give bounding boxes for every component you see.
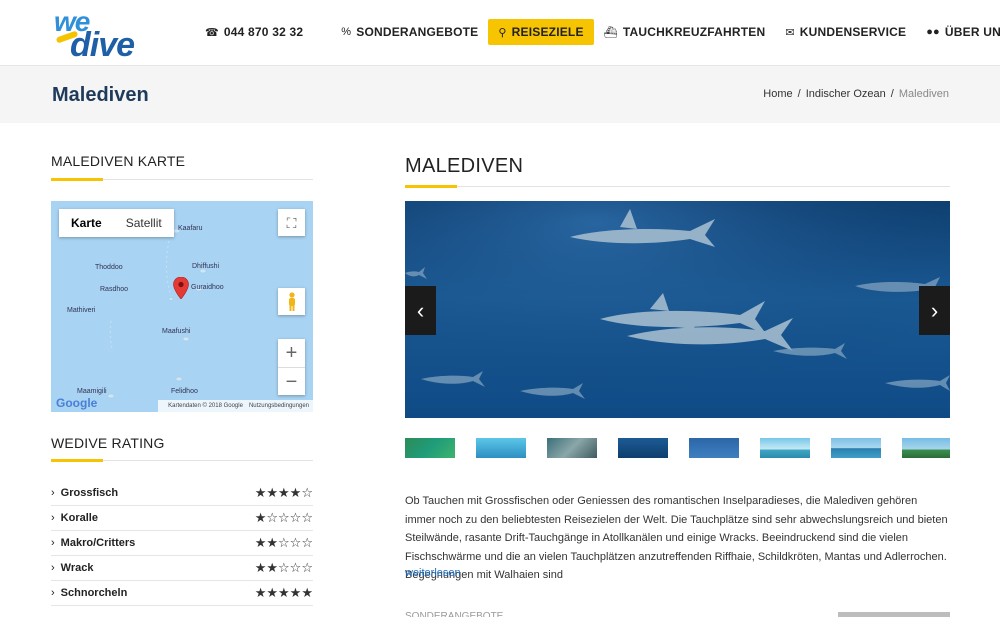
rating-list: Grossfisch ★★★★☆ Koralle ★☆☆☆☆ Makro/Cri… <box>51 481 313 606</box>
street-view-button[interactable] <box>278 288 305 315</box>
thumbnail-strip <box>405 438 950 458</box>
breadcrumb-separator: / <box>890 88 894 100</box>
star-rating: ★★☆☆☆ <box>254 535 313 551</box>
main-nav: ☎ 044 870 32 32 % SONDERANGEBOTE ⚲ REISE… <box>195 19 1000 45</box>
thumbnail-coral[interactable] <box>405 438 455 458</box>
map-data-credit: Kartendaten © 2018 Google <box>168 403 243 409</box>
map-marker-icon: ⚲ <box>498 26 507 39</box>
rating-section-title: WEDIVE RATING <box>51 435 165 451</box>
next-section-heading: SONDERANGEBOTE <box>405 612 515 617</box>
destination-description: Ob Tauchen mit Grossfischen oder Geniess… <box>405 495 948 581</box>
nav-label: KUNDENSERVICE <box>799 25 907 39</box>
map-pin-icon[interactable] <box>173 277 189 299</box>
fullscreen-button[interactable]: ⛶ <box>278 209 305 236</box>
thumbnail-sharks[interactable] <box>618 438 668 458</box>
wedive-logo[interactable]: we dive <box>54 6 174 64</box>
nav-label: REISEZIELE <box>511 25 584 39</box>
pegman-icon <box>288 292 295 311</box>
shark-photo <box>405 201 950 418</box>
read-more-link[interactable]: weiterlesen <box>405 567 461 579</box>
nav-ueber-uns[interactable]: ●● ÜBER UNS <box>916 19 1000 45</box>
ship-icon: ⛴ <box>603 26 618 39</box>
users-icon: ●● <box>926 26 940 38</box>
breadcrumb-separator: / <box>797 88 801 100</box>
nav-sonderangebote[interactable]: % SONDERANGEBOTE <box>331 19 488 45</box>
map-label: Rasdhoo <box>100 286 129 293</box>
logo-dive: dive <box>70 26 135 64</box>
site-header: we dive ☎ 044 870 32 32 % SONDERANGEBOTE… <box>0 0 1000 66</box>
rating-row[interactable]: Grossfisch ★★★★☆ <box>51 481 313 506</box>
thumbnail-palms[interactable] <box>902 438 950 458</box>
map-section-title: MALEDIVEN KARTE <box>51 153 186 169</box>
map-label: Dhiffushi <box>192 263 220 270</box>
map-label: Maamigili <box>77 388 107 395</box>
nav-label: TAUCHKREUZFAHRTEN <box>622 25 766 39</box>
star-rating: ★★☆☆☆ <box>254 560 313 576</box>
star-rating: ★☆☆☆☆ <box>254 510 313 526</box>
fullscreen-icon: ⛶ <box>286 215 297 231</box>
zoom-in-button[interactable]: + <box>278 339 305 367</box>
map-section-divider <box>51 178 313 181</box>
rating-row[interactable]: Makro/Critters ★★☆☆☆ <box>51 531 313 556</box>
map-attribution: Kartendaten © 2018 Google Nutzungsbeding… <box>158 400 313 412</box>
terms-link[interactable]: Nutzungsbedingungen <box>249 400 309 412</box>
map-label: Guraidhoo <box>191 284 224 291</box>
nav-tauchkreuzfahrten[interactable]: ⛴ TAUCHKREUZFAHRTEN <box>594 19 776 45</box>
thumbnail-dolphin[interactable] <box>689 438 739 458</box>
map-type-satellit[interactable]: Satellit <box>114 209 174 237</box>
phone-link[interactable]: ☎ 044 870 32 32 <box>195 19 313 45</box>
rating-row[interactable]: Wrack ★★☆☆☆ <box>51 556 313 581</box>
thumbnail-turtle[interactable] <box>547 438 597 458</box>
map-label: Kaafaru <box>178 225 203 232</box>
rating-label: Schnorcheln <box>51 587 128 599</box>
thumbnail-jetty[interactable] <box>831 438 881 458</box>
map-type-karte[interactable]: Karte <box>59 209 114 237</box>
map-label: Felidhoo <box>171 388 198 395</box>
rating-row[interactable]: Koralle ★☆☆☆☆ <box>51 506 313 531</box>
rating-row[interactable]: Schnorcheln ★★★★★ <box>51 581 313 606</box>
nav-label: SONDERANGEBOTE <box>356 25 479 39</box>
breadcrumb-current: Malediven <box>898 88 949 100</box>
breadcrumb-indischer-ozean[interactable]: Indischer Ozean <box>806 88 886 100</box>
google-logo: Google <box>56 396 98 410</box>
nav-reiseziele[interactable]: ⚲ REISEZIELE <box>488 19 594 45</box>
nav-label: ÜBER UNS <box>944 25 1000 39</box>
breadcrumb-home[interactable]: Home <box>763 88 792 100</box>
zoom-controls: + − <box>278 339 305 395</box>
phone-icon: ☎ <box>205 26 219 39</box>
hero-slider[interactable]: ‹ › <box>405 201 950 418</box>
slider-next-button[interactable]: › <box>919 286 950 335</box>
chevron-left-icon: ‹ <box>416 298 425 323</box>
star-rating: ★★★★☆ <box>254 485 313 501</box>
page-title: Malediven <box>52 84 149 106</box>
thumbnail-reef[interactable] <box>476 438 526 458</box>
nav-kundenservice[interactable]: ✉ KUNDENSERVICE <box>775 19 916 45</box>
chat-icon: ✉ <box>785 26 795 39</box>
rating-section-divider <box>51 459 313 462</box>
percent-icon: % <box>341 26 352 38</box>
main-section-title: MALEDIVEN <box>405 155 524 177</box>
zoom-out-button[interactable]: − <box>278 367 305 395</box>
map-label: Maafushi <box>162 328 191 335</box>
rating-label: Koralle <box>51 512 98 524</box>
rating-label: Wrack <box>51 562 94 574</box>
map-type-toggle: Karte Satellit <box>59 209 174 237</box>
thumbnail-island[interactable] <box>760 438 810 458</box>
phone-number: 044 870 32 32 <box>223 25 304 39</box>
map-label: Thoddoo <box>95 264 123 271</box>
slider-prev-button[interactable]: ‹ <box>405 286 436 335</box>
main-section-divider <box>405 185 950 188</box>
rating-label: Makro/Critters <box>51 537 136 549</box>
breadcrumb: Home / Indischer Ozean / Malediven <box>758 88 949 100</box>
title-bar: Malediven Home / Indischer Ozean / Maled… <box>0 66 1000 123</box>
rating-label: Grossfisch <box>51 487 118 499</box>
chevron-right-icon: › <box>930 298 939 323</box>
map[interactable]: Karte Satellit ⛶ + − Kaafaru Thoddoo Dhi… <box>51 201 313 412</box>
next-section-button[interactable] <box>838 612 950 617</box>
star-rating: ★★★★★ <box>254 585 313 601</box>
map-label: Mathiveri <box>67 307 96 314</box>
